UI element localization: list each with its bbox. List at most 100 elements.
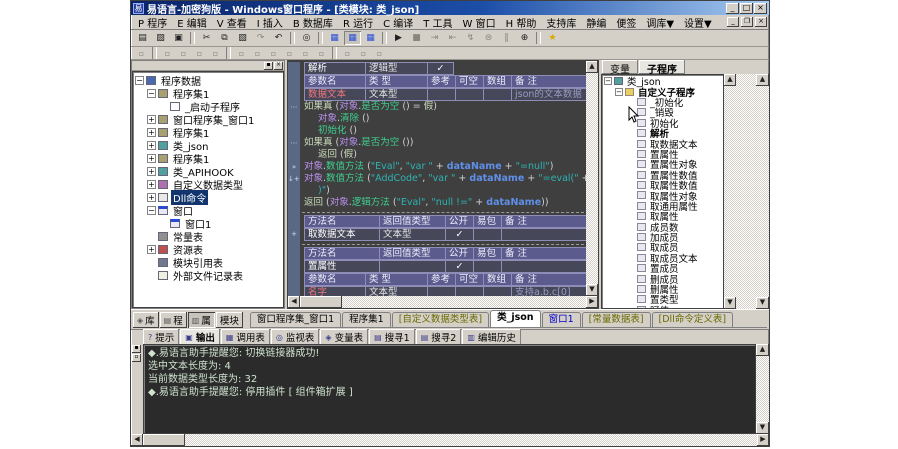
- expand-toggle[interactable]: −: [135, 76, 144, 85]
- menu-item-2[interactable]: V 查看: [212, 14, 252, 31]
- output-vscrollbar[interactable]: ▲ ▼: [756, 344, 769, 434]
- table-cell[interactable]: 可空: [456, 273, 484, 286]
- output-collapse-button[interactable]: ▪: [132, 345, 141, 353]
- scroll-right-icon[interactable]: ▶: [586, 296, 598, 308]
- center-vertical-button[interactable]: ▫: [250, 48, 265, 59]
- view-program-button[interactable]: ▤程: [160, 312, 187, 328]
- scroll-up-icon[interactable]: ▲: [756, 344, 769, 356]
- tab-output[interactable]: ▣输出: [180, 329, 220, 345]
- table-cell[interactable]: 文本型: [366, 286, 428, 296]
- scroll-left-icon[interactable]: ◀: [288, 296, 300, 308]
- menu-item-1[interactable]: E 编辑: [172, 14, 212, 31]
- scroll-down-icon[interactable]: ▼: [724, 297, 736, 309]
- table-cell[interactable]: 可空: [456, 75, 484, 88]
- table-cell[interactable]: 备 注: [512, 75, 586, 88]
- tab-watch-table[interactable]: ◎监视表: [271, 329, 320, 345]
- table-cell[interactable]: json的文本数据: [512, 88, 586, 101]
- menu-item-3[interactable]: I 插入: [252, 14, 288, 31]
- window-layout-single-button[interactable]: ▦: [326, 31, 343, 45]
- align-right-button[interactable]: ▫: [176, 48, 191, 59]
- same-height-button[interactable]: ▫: [282, 48, 297, 59]
- scroll-up-icon[interactable]: ▲: [724, 74, 736, 86]
- close-button[interactable]: ×: [754, 3, 767, 14]
- code-line[interactable]: ⋯如果真 (对象.是否为空 ()): [288, 137, 586, 149]
- tab-变量[interactable]: 变量: [602, 60, 638, 74]
- open-file-button[interactable]: ▨: [152, 31, 169, 45]
- table-cell[interactable]: 备 注: [502, 215, 586, 228]
- bring-to-front-button[interactable]: ▫: [356, 48, 371, 59]
- expand-toggle[interactable]: +: [147, 154, 156, 163]
- expand-toggle[interactable]: −: [604, 77, 612, 85]
- scroll-down-icon[interactable]: ▼: [756, 297, 769, 309]
- mdi-restore-button[interactable]: ❐: [741, 17, 753, 27]
- view-properties-button[interactable]: ▥属: [188, 312, 215, 328]
- code-line[interactable]: )"): [288, 185, 586, 197]
- table-cell[interactable]: 支持a.b.c[0]: [512, 286, 586, 296]
- doc-tab-窗口程序集_窗口1[interactable]: 窗口程序集_窗口1: [250, 312, 341, 327]
- table-cell[interactable]: [484, 286, 512, 296]
- doc-tab-[Dll命令定义表][interactable]: [Dll命令定义表]: [652, 312, 734, 327]
- expand-toggle[interactable]: +: [147, 245, 156, 254]
- table-cell[interactable]: [502, 260, 586, 273]
- same-size-button[interactable]: ▫: [298, 48, 313, 59]
- table-cell[interactable]: [484, 88, 512, 101]
- minimize-button[interactable]: _: [726, 3, 739, 14]
- center-horizontal-button[interactable]: ▫: [234, 48, 249, 59]
- find-button[interactable]: ◎: [298, 31, 315, 45]
- table-cell[interactable]: 返回值类型: [380, 247, 446, 260]
- expand-toggle[interactable]: −: [147, 89, 156, 98]
- table-cell[interactable]: 方法名: [304, 247, 380, 260]
- tree-item[interactable]: 外部文件记录表: [133, 269, 283, 282]
- copy-button[interactable]: ⧉: [216, 31, 233, 45]
- expand-toggle[interactable]: +: [147, 115, 156, 124]
- tab-search2[interactable]: ▤搜寻2: [416, 329, 462, 345]
- mdi-close-button[interactable]: ×: [755, 17, 767, 27]
- undo-button[interactable]: ↶: [270, 31, 287, 45]
- table-cell[interactable]: ✓: [446, 260, 474, 273]
- grab-button[interactable]: ⊕: [516, 31, 533, 45]
- table-cell[interactable]: 易包: [474, 215, 502, 228]
- table-cell[interactable]: [474, 228, 502, 241]
- send-to-back-button[interactable]: ▫: [372, 48, 387, 59]
- menu-item-13[interactable]: 调库▼: [641, 14, 679, 31]
- maximize-button[interactable]: □: [740, 3, 753, 14]
- menu-item-9[interactable]: H 帮助: [501, 14, 542, 31]
- expand-toggle[interactable]: −: [147, 206, 156, 215]
- menu-item-11[interactable]: 静编: [581, 14, 611, 31]
- expand-toggle[interactable]: +: [147, 141, 156, 150]
- scroll-down-icon[interactable]: ▼: [586, 284, 598, 296]
- code-line[interactable]: 初始化 (): [288, 125, 586, 137]
- table-cell[interactable]: 备 注: [502, 247, 586, 260]
- mdi-minimize-button[interactable]: _: [727, 17, 739, 27]
- code-line[interactable]: ⋯如果真 (对象.是否为空 () = 假): [288, 101, 586, 113]
- table-cell[interactable]: [502, 228, 586, 241]
- table-cell[interactable]: 公开: [446, 247, 474, 260]
- output-expand-button[interactable]: ▫: [132, 354, 141, 362]
- table-cell[interactable]: [456, 286, 484, 296]
- view-module-button[interactable]: 模块: [216, 312, 243, 328]
- table-cell[interactable]: 参考: [428, 273, 456, 286]
- scroll-up-icon[interactable]: ▲: [756, 74, 769, 86]
- space-down-button[interactable]: ▫: [340, 48, 355, 59]
- view-library-button[interactable]: ◈库: [133, 312, 159, 328]
- menu-item-6[interactable]: C 编译: [378, 14, 418, 31]
- scroll-up-icon[interactable]: ▲: [586, 61, 598, 73]
- tree-item[interactable]: 窗口1: [133, 217, 283, 230]
- table-cell[interactable]: [474, 260, 502, 273]
- table-cell[interactable]: 名字: [304, 286, 366, 296]
- doc-tab-程序集1[interactable]: 程序集1: [342, 312, 391, 327]
- table-cell[interactable]: 文本型: [380, 228, 446, 241]
- space-across-button[interactable]: ▫: [314, 48, 329, 59]
- table-cell[interactable]: [428, 88, 456, 101]
- table-cell[interactable]: ✓: [446, 228, 474, 241]
- pane-pin-button[interactable]: ▪: [264, 62, 273, 70]
- doc-tab-类_json[interactable]: 类_json: [490, 310, 540, 327]
- snap-grid-button[interactable]: ▫: [134, 48, 149, 59]
- code-hscrollbar[interactable]: ◀ ▶: [288, 296, 598, 308]
- menu-item-12[interactable]: 便签: [611, 14, 641, 31]
- tab-edit-history[interactable]: ▥编辑历史: [462, 329, 521, 345]
- menu-item-5[interactable]: R 运行: [338, 14, 378, 31]
- table-cell[interactable]: 备 注: [512, 273, 586, 286]
- table-cell[interactable]: 数组: [484, 273, 512, 286]
- window-vscrollbar[interactable]: ▲ ▼: [756, 74, 769, 309]
